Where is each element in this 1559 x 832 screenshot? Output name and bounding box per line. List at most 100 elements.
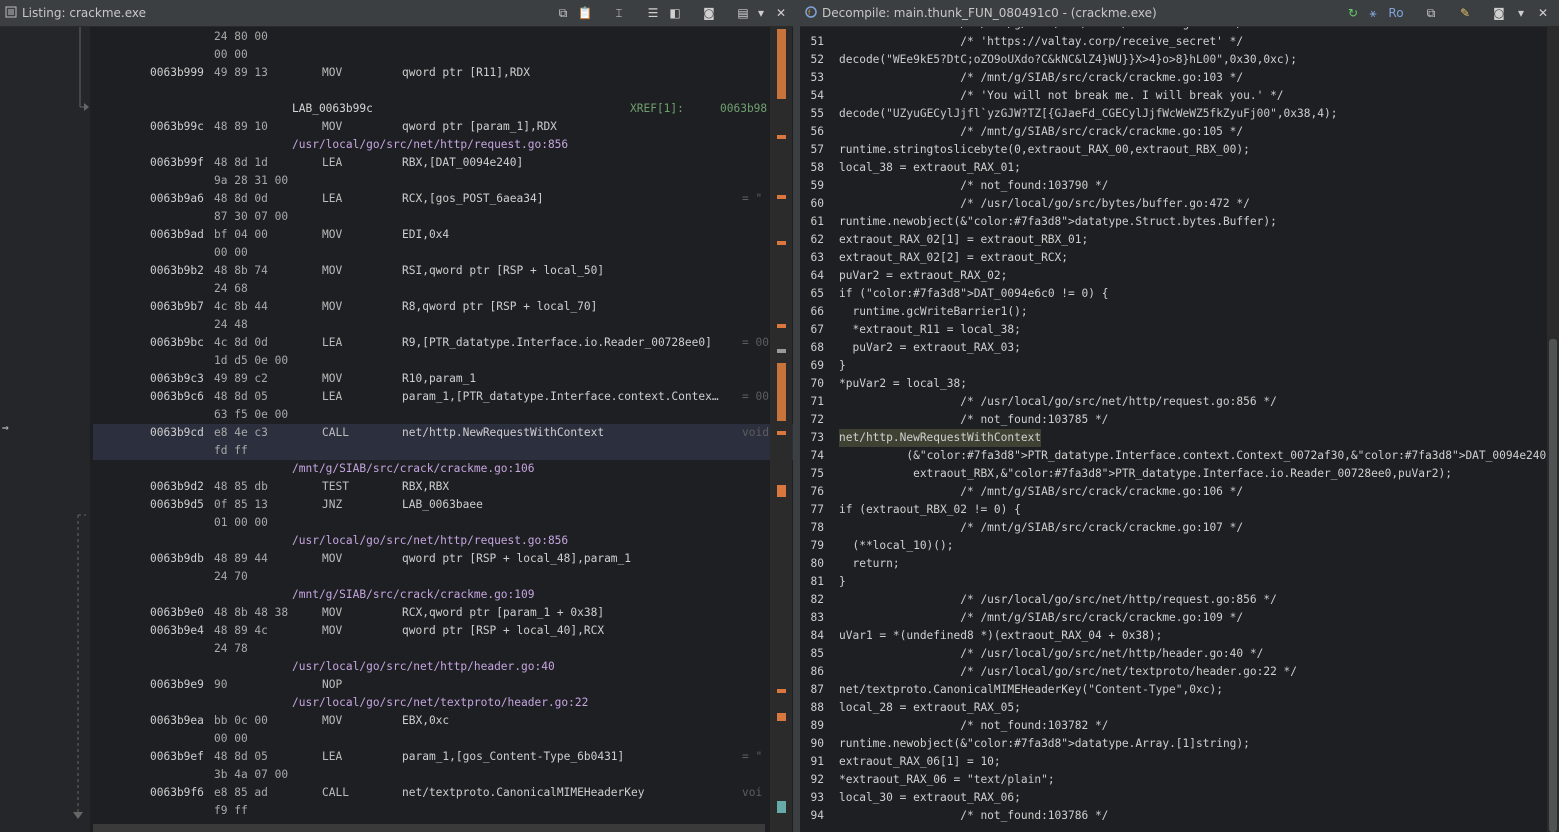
chevron-down-icon[interactable]: ▾ [1512, 4, 1530, 22]
decompile-line[interactable]: 70 *puVar2 = local_38; [800, 375, 1547, 393]
listing-row[interactable]: 0063b9e0 48 8b 48 38 MOV RCX,qword ptr [par… [93, 604, 793, 622]
decompile-line[interactable]: 64 puVar2 = extraout_RAX_02; [800, 267, 1547, 285]
listing-row[interactable]: 0063b9e4 48 89 4c MOV qword ptr [RSP + loca… [93, 622, 793, 640]
decompile-line[interactable]: 53 /* /mnt/g/SIAB/src/crack/crackme.go:1… [800, 69, 1547, 87]
decompile-code[interactable]: 50 /* /mnt/g/SIAB/src/crack/crackme.go:1… [800, 27, 1547, 832]
listing-row[interactable]: 0063b99c 48 89 10 MOV qword ptr [param_1],R… [93, 118, 793, 136]
decompile-line[interactable]: 94 /* not_found:103786 */ [800, 807, 1547, 825]
decompile-line[interactable]: 61 runtime.newobject(&"color:#7fa3d8">dat… [800, 213, 1547, 231]
listing-row[interactable]: 1d d5 0e 00 [93, 352, 793, 370]
listing-row[interactable]: 24 48 [93, 316, 793, 334]
listing-row[interactable]: f9 ff [93, 802, 793, 820]
decompile-line[interactable]: 60 /* /usr/local/go/src/bytes/buffer.go:… [800, 195, 1547, 213]
close-icon[interactable]: ✕ [1534, 4, 1552, 22]
listing-row[interactable]: 63 f5 0e 00 [93, 406, 793, 424]
decompile-line[interactable]: 91 extraout_RAX_06[1] = 10; [800, 753, 1547, 771]
listing-row[interactable]: 0063b9ea bb 0c 00 MOV EBX,0xc [93, 712, 793, 730]
decompile-line[interactable]: 81} [800, 573, 1547, 591]
ro-icon[interactable]: Ro [1384, 4, 1408, 22]
listing-row[interactable]: 00 00 [93, 244, 793, 262]
decompile-line[interactable]: 79 (**local_10)(); [800, 537, 1547, 555]
decompile-line[interactable]: 78 /* /mnt/g/SIAB/src/crack/crackme.go:1… [800, 519, 1547, 537]
decompile-line[interactable]: 80 return; [800, 555, 1547, 573]
decompile-line[interactable]: 56 /* /mnt/g/SIAB/src/crack/crackme.go:1… [800, 123, 1547, 141]
listing-row[interactable]: fd ff [93, 442, 793, 460]
graph-icon[interactable]: ⚹ [1364, 4, 1382, 22]
edit-icon[interactable]: ✎ [1456, 4, 1474, 22]
decompile-line[interactable]: 71 /* /usr/local/go/src/net/http/request… [800, 393, 1547, 411]
listing-row[interactable]: 24 78 [93, 640, 793, 658]
decompile-line[interactable]: 67 *extraout_R11 = local_38; [800, 321, 1547, 339]
listing-row[interactable]: 3b 4a 07 00 [93, 766, 793, 784]
listing-row[interactable]: 0063b9bc 4c 8d 0d LEA R9,[PTR_datatype.Inte… [93, 334, 793, 352]
decompile-line[interactable]: 82 /* /usr/local/go/src/net/http/request… [800, 591, 1547, 609]
listing-scrollbar[interactable] [770, 27, 792, 832]
refresh-icon[interactable]: ↻ [1344, 4, 1362, 22]
decompile-line[interactable]: 73 net/http.NewRequestWithContext [800, 429, 1547, 447]
listing-row[interactable]: /usr/local/go/src/net/textproto/header.g… [93, 694, 793, 712]
decompile-line[interactable]: 57 runtime.stringtoslicebyte(0,extraout_R… [800, 141, 1547, 159]
listing-row[interactable]: /usr/local/go/src/net/http/header.go:40 [93, 658, 793, 676]
chevron-down-icon[interactable]: ▾ [752, 4, 770, 22]
decompile-line[interactable]: 68 puVar2 = extraout_RAX_03; [800, 339, 1547, 357]
decompile-line[interactable]: 75 extraout_RBX,&"color:#7fa3d8">PTR_dat… [800, 465, 1547, 483]
decompile-line[interactable]: 76 /* /mnt/g/SIAB/src/crack/crackme.go:1… [800, 483, 1547, 501]
decompile-line[interactable]: 69} [800, 357, 1547, 375]
listing-row[interactable]: 24 70 [93, 568, 793, 586]
snapshot-icon[interactable]: ◙ [1490, 4, 1508, 22]
listing-row[interactable]: 0063b9db 48 89 44 MOV qword ptr [RSP + loca… [93, 550, 793, 568]
listing-row[interactable]: 0063b9b2 48 8b 74 MOV RSI,qword ptr [RSP + … [93, 262, 793, 280]
listing-row[interactable]: 24 80 00 [93, 28, 793, 46]
diff-icon[interactable]: ◧ [666, 4, 684, 22]
copy-icon[interactable]: ⧉ [1422, 4, 1440, 22]
listing-row[interactable]: 0063b9b7 4c 8b 44 MOV R8,qword ptr [RSP + l… [93, 298, 793, 316]
listing-row[interactable]: /usr/local/go/src/net/http/request.go:85… [93, 136, 793, 154]
snapshot-icon[interactable]: ◙ [700, 4, 718, 22]
listing-row[interactable]: 87 30 07 00 [93, 208, 793, 226]
decompile-line[interactable]: 72 /* not_found:103785 */ [800, 411, 1547, 429]
listing-row[interactable]: 00 00 [93, 730, 793, 748]
listing-row[interactable]: 0063b9c3 49 89 c2 MOV R10,param_1 [93, 370, 793, 388]
decompile-line[interactable]: 85 /* /usr/local/go/src/net/http/header.… [800, 645, 1547, 663]
decompile-line[interactable]: 87 net/textproto.CanonicalMIMEHeaderKey("… [800, 681, 1547, 699]
field-layout-icon[interactable]: ☰ [644, 4, 662, 22]
decompile-line[interactable]: 59 /* not_found:103790 */ [800, 177, 1547, 195]
decompile-line[interactable]: 65 if ("color:#7fa3d8">DAT_0094e6c0 != 0)… [800, 285, 1547, 303]
listing-row[interactable]: 0063b9a6 48 8d 0d LEA RCX,[gos_POST_6aea34]… [93, 190, 793, 208]
listing-row[interactable]: LAB_0063b99c XREF[1]: 0063b98 [93, 100, 793, 118]
listing-row[interactable]: 0063b9ad bf 04 00 MOV EDI,0x4 [93, 226, 793, 244]
decompile-line[interactable]: 86 /* /usr/local/go/src/net/textproto/he… [800, 663, 1547, 681]
decompile-line[interactable]: 52 decode("WEe9kE5?DtC;oZO9oUXdo?C&kNC&lZ… [800, 51, 1547, 69]
listing-row[interactable]: 00 00 [93, 46, 793, 64]
listing-row[interactable]: 0063b9d5 0f 85 13 JNZ LAB_0063baee [93, 496, 793, 514]
listing-row[interactable]: 0063b9f6 e8 85 ad CALL net/textproto.Canoni… [93, 784, 793, 802]
decompile-line[interactable]: 54 /* 'You will not break me. I will bre… [800, 87, 1547, 105]
listing-row[interactable]: 0063b99f 48 8d 1d LEA RBX,[DAT_0094e240] [93, 154, 793, 172]
decompile-line[interactable]: 62 extraout_RAX_02[1] = extraout_RBX_01; [800, 231, 1547, 249]
decompile-scroll-thumb[interactable] [1549, 339, 1557, 832]
close-icon[interactable]: ✕ [772, 4, 790, 22]
listing-row[interactable]: 0063b9d2 48 85 db TEST RBX,RBX [93, 478, 793, 496]
listing-row[interactable]: 24 68 [93, 280, 793, 298]
decompile-line[interactable]: 93 local_30 = extraout_RAX_06; [800, 789, 1547, 807]
decompile-line[interactable]: 63 extraout_RAX_02[2] = extraout_RCX; [800, 249, 1547, 267]
decompile-line[interactable]: 88 local_28 = extraout_RAX_05; [800, 699, 1547, 717]
decompile-line[interactable]: 92 *extraout_RAX_06 = "text/plain"; [800, 771, 1547, 789]
decompile-line[interactable]: 89 /* not_found:103782 */ [800, 717, 1547, 735]
options-icon[interactable]: ▤ [734, 4, 752, 22]
listing-row[interactable]: 01 00 00 [93, 514, 793, 532]
listing-row[interactable]: /mnt/g/SIAB/src/crack/crackme.go:109 [93, 586, 793, 604]
decompile-line[interactable]: 77 if (extraout_RBX_02 != 0) { [800, 501, 1547, 519]
split-divider[interactable] [793, 0, 800, 832]
listing-row[interactable]: 0063b9cd e8 4e c3 CALL net/http.NewRequestW… [93, 424, 793, 442]
listing-row[interactable]: 0063b9e9 90 NOP [93, 676, 793, 694]
cursor-text-icon[interactable]: ⌶ [610, 4, 628, 22]
listing-code[interactable]: 24 80 00 00 00 0063b999 49 89 13 MOV qword pt… [0, 27, 793, 832]
copy-icon[interactable]: ⧉ [554, 4, 572, 22]
decompile-line[interactable]: 51 /* 'https://valtay.corp/receive_secre… [800, 33, 1547, 51]
decompile-line[interactable]: 66 runtime.gcWriteBarrier1(); [800, 303, 1547, 321]
listing-row[interactable] [93, 82, 793, 100]
decompile-line[interactable]: 90 runtime.newobject(&"color:#7fa3d8">dat… [800, 735, 1547, 753]
listing-row[interactable]: 0063b999 49 89 13 MOV qword ptr [R11],RDX [93, 64, 793, 82]
listing-row[interactable]: 9a 28 31 00 [93, 172, 793, 190]
